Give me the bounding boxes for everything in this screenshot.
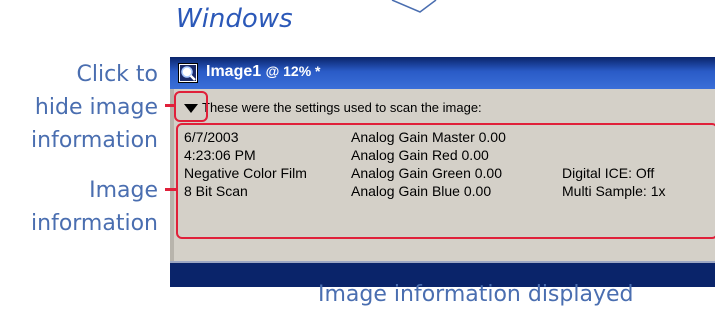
window-titlebar[interactable]: Image1 @ 12% *	[170, 57, 715, 89]
platform-heading: Windows	[176, 4, 293, 34]
info-toggle-text: These were the settings used to scan the…	[202, 100, 482, 115]
status-bar-highlight	[170, 261, 715, 263]
window-title-name: Image1	[206, 63, 262, 80]
info-callout-connector	[165, 188, 177, 191]
info-label-line: Image	[89, 178, 158, 203]
speech-bubble-tail	[391, 0, 437, 13]
hide-callout-connector	[165, 104, 175, 107]
info-highlight-frame	[176, 123, 715, 239]
hide-label-line: Click to	[76, 62, 158, 87]
hide-label-line: hide image	[34, 95, 158, 120]
info-toggle-row: These were the settings used to scan the…	[178, 99, 715, 119]
figure-caption: Image information displayed	[318, 282, 634, 307]
info-label-line: information	[31, 211, 158, 236]
image-info-label: Image information	[31, 174, 158, 240]
triangle-highlight-frame	[174, 91, 208, 122]
window-title: Image1 @ 12% *	[206, 63, 321, 81]
magnifier-icon	[178, 63, 198, 83]
hide-label-line: information	[31, 128, 158, 153]
window-zoom-level: @ 12% *	[265, 63, 321, 79]
hide-image-info-label: Click to hide image information	[31, 58, 158, 157]
